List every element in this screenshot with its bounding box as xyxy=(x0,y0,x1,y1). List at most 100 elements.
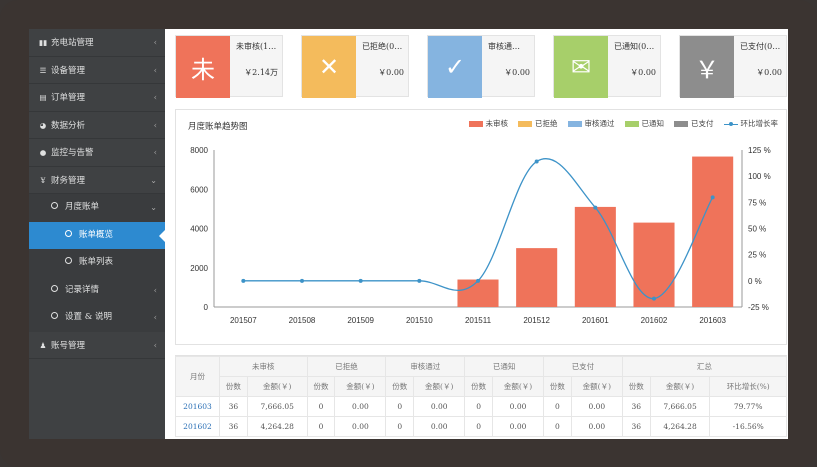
sidebar-item-devices[interactable]: ☰ 设备管理 ‹ xyxy=(29,57,165,84)
chevron-left-icon: ‹ xyxy=(153,120,157,130)
x-tick-label: 201510 xyxy=(406,316,433,325)
card-label: 已通知(0… xyxy=(614,42,655,51)
card-value: ￥0.00 xyxy=(378,68,404,77)
group-header: 未审核 xyxy=(219,356,308,377)
y2-tick-label: 100 % xyxy=(748,172,771,181)
growth-rate-point xyxy=(241,278,246,283)
column-header: 份数 xyxy=(219,376,248,397)
month-link[interactable]: 201603 xyxy=(175,396,220,417)
sidebar-item-finance[interactable]: ¥ 财务管理 ⌄ xyxy=(29,167,165,194)
table-row: 201603 36 7,666.05 0 0.00 0 0.00 0 0.00 0 0.00 36 7,… xyxy=(175,396,787,417)
chart-bar xyxy=(633,222,675,307)
chevron-down-icon: ⌄ xyxy=(150,203,157,212)
group-header: 汇总 xyxy=(621,356,788,377)
table-cell: 0.00 xyxy=(570,416,623,437)
card-value: ￥0.00 xyxy=(756,68,782,77)
column-header: 金额(￥) xyxy=(649,376,711,397)
circle-icon xyxy=(65,257,72,264)
x-tick-label: 201603 xyxy=(699,316,726,325)
sidebar-item-monitoring[interactable]: ● 监控与告警 ‹ xyxy=(29,139,165,167)
status-cards: 未 未审核(1… ￥2.14万 ✕ 已拒绝(0… ￥0.00 ✓ 审核通… ￥0… xyxy=(175,35,787,98)
card-label: 已拒绝(0… xyxy=(362,42,403,51)
card-value: ￥0.00 xyxy=(630,68,656,77)
device-frame: ▮▮ 充电站管理 ‹ ☰ 设备管理 ‹ ▤ 订单管理 ‹ ◕ 数据分析 ‹ ● 监控与告警 ‹ ¥ 财… xyxy=(0,0,817,467)
growth-rate-point xyxy=(652,296,656,301)
group-header: 已拒绝 xyxy=(306,356,387,377)
table-cell: 4,264.28 xyxy=(649,416,711,437)
card-value: ￥0.00 xyxy=(504,68,530,77)
sidebar-item-orders[interactable]: ▤ 订单管理 ‹ xyxy=(29,84,165,112)
bill-summary-table: 月份 未审核 已拒绝 审核通过 已通知 已支付 汇总 份数 金额(￥) 份数 金额(￥) 份数 金额… xyxy=(175,355,788,439)
table-cell: 36 xyxy=(219,416,248,437)
x-tick-label: 201509 xyxy=(347,316,374,325)
chevron-left-icon: ‹ xyxy=(153,285,157,295)
column-header: 金额(￥) xyxy=(413,376,466,397)
y-tick-label: 6000 xyxy=(190,185,208,194)
table-cell: 0.00 xyxy=(492,416,545,437)
sidebar-item-settings[interactable]: 设置 & 说明 ‹ xyxy=(29,304,165,332)
column-header: 金额(￥) xyxy=(246,376,308,397)
card-unreviewed[interactable]: 未 未审核(1… ￥2.14万 xyxy=(175,35,283,98)
table-cell: 7,666.05 xyxy=(649,396,711,417)
sidebar-item-label: 监控与告警 xyxy=(51,148,94,158)
table-cell: 0 xyxy=(385,396,415,417)
table-cell: 36 xyxy=(621,416,651,437)
y2-tick-label: 25 % xyxy=(748,251,766,260)
sidebar-item-label: 数据分析 xyxy=(51,120,86,131)
card-label: 审核通… xyxy=(488,42,520,51)
growth-rate-point xyxy=(534,159,539,164)
card-approved[interactable]: ✓ 审核通… ￥0.00 xyxy=(427,35,535,98)
x-tick-label: 201511 xyxy=(465,316,492,325)
sidebar-item-label: 设置 & 说明 xyxy=(65,312,112,322)
sidebar-item-monthly-bills[interactable]: 月度账单 ⌄ xyxy=(29,194,165,222)
sidebar-item-charging-stations[interactable]: ▮▮ 充电站管理 ‹ xyxy=(29,29,165,57)
sidebar-item-label: 充电站管理 xyxy=(51,38,94,48)
column-header: 金额(￥) xyxy=(334,376,387,397)
list-icon: ☰ xyxy=(39,65,47,75)
card-value: ￥2.14万 xyxy=(244,68,278,77)
growth-rate-point xyxy=(300,278,304,283)
chart-bar xyxy=(574,206,616,307)
table-cell: 0.00 xyxy=(492,396,545,417)
growth-rate-point xyxy=(476,278,480,283)
chevron-left-icon: ‹ xyxy=(153,93,157,102)
yen-icon: ￥ xyxy=(680,36,734,98)
circle-icon xyxy=(51,312,58,319)
column-header: 金额(￥) xyxy=(570,376,623,397)
card-label: 未审核(1… xyxy=(236,42,277,51)
bar-chart-icon: ▮▮ xyxy=(38,38,48,47)
table-cell: 0 xyxy=(464,416,494,437)
column-header: 份数 xyxy=(306,376,336,397)
y2-tick-label: 125 % xyxy=(748,146,771,155)
y2-tick-label: 0 % xyxy=(748,277,762,286)
pie-chart-icon: ◕ xyxy=(39,120,47,130)
group-header: 已通知 xyxy=(464,356,545,377)
sidebar-item-bill-list[interactable]: 账单列表 xyxy=(29,249,165,277)
table-sub-header: 份数 金额(￥) 份数 金额(￥) 份数 金额(￥) 份数 金额(￥) 份数 金额(￥) 份数 金额(… xyxy=(176,376,787,397)
sidebar-item-record-details[interactable]: 记录详情 ‹ xyxy=(29,277,165,305)
monthly-submenu: 账单概览 账单列表 xyxy=(29,221,165,277)
sidebar-item-label: 账单概览 xyxy=(79,229,114,240)
finance-submenu: 月度账单 ⌄ 账单概览 账单列表 记录详情 ‹ 设置 & 说明 ‹ xyxy=(29,194,165,332)
x-tick-label: 201601 xyxy=(582,316,609,325)
sidebar-item-accounts[interactable]: ♟ 账号管理 ‹ xyxy=(29,332,165,359)
card-paid[interactable]: ￥ 已支付(0… ￥0.00 xyxy=(679,35,787,98)
column-header: 份数 xyxy=(385,376,415,397)
growth-rate-point xyxy=(593,205,598,210)
sidebar-item-analytics[interactable]: ◕ 数据分析 ‹ xyxy=(29,112,165,139)
trend-chart: 8000 6000 4000 2000 0 125 % 100 % 75 % 50 % 25 % 0… xyxy=(190,146,771,325)
growth-rate-point xyxy=(710,195,715,200)
comment-icon: ● xyxy=(39,148,47,157)
month-link[interactable]: 201602 xyxy=(175,416,220,437)
sidebar-item-bill-overview[interactable]: 账单概览 xyxy=(29,221,165,249)
check-icon: ✓ xyxy=(428,36,482,98)
card-rejected[interactable]: ✕ 已拒绝(0… ￥0.00 xyxy=(301,35,409,98)
close-icon: ✕ xyxy=(302,36,356,98)
table-cell: 36 xyxy=(621,396,651,417)
circle-icon xyxy=(65,229,72,237)
y2-tick-label: 75 % xyxy=(748,198,766,207)
table-cell: 7,666.05 xyxy=(246,396,308,417)
table-cell: -16.56% xyxy=(709,416,787,437)
card-notified[interactable]: ✉ 已通知(0… ￥0.00 xyxy=(553,35,661,98)
x-tick-label: 201512 xyxy=(523,316,550,325)
